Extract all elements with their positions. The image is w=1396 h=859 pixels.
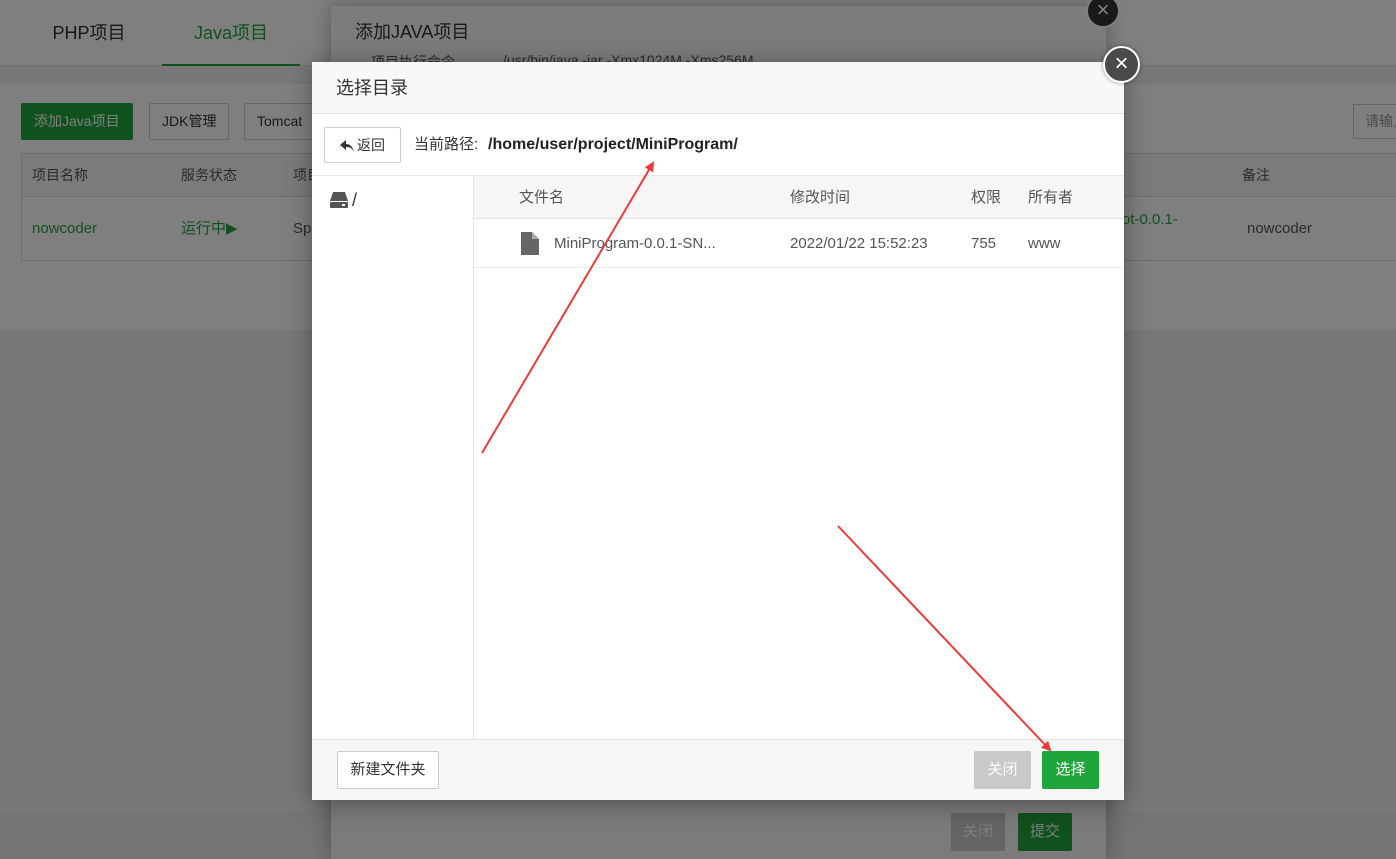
sidebar-root-label: /: [352, 190, 358, 210]
close-button[interactable]: 关闭: [974, 751, 1031, 789]
file-icon: [521, 232, 539, 255]
file-permission: 755: [971, 235, 997, 252]
column-header-owner[interactable]: 所有者: [1028, 176, 1073, 219]
close-icon[interactable]: ×: [1103, 46, 1140, 83]
back-button-label: 返回: [357, 137, 385, 153]
dialog-title: 选择目录: [312, 62, 1124, 114]
file-list-header: 文件名 修改时间 权限 所有者: [474, 176, 1124, 219]
file-list: 文件名 修改时间 权限 所有者 MiniProgram-0.0.1-SN... …: [474, 176, 1124, 739]
column-header-permission[interactable]: 权限: [971, 176, 1001, 219]
dialog-footer: 新建文件夹 关闭 选择: [312, 739, 1124, 800]
sidebar-item-root[interactable]: /: [330, 190, 357, 210]
file-mtime: 2022/01/22 15:52:23: [790, 235, 928, 252]
current-path: /home/user/project/MiniProgram/: [488, 136, 738, 153]
directory-sidebar: /: [312, 176, 474, 739]
reply-arrow-icon: [340, 140, 354, 152]
column-header-filename[interactable]: 文件名: [519, 176, 564, 219]
back-button[interactable]: 返回: [324, 127, 401, 163]
path-bar: 返回 当前路径: /home/user/project/MiniProgram/: [312, 114, 1124, 176]
new-folder-button[interactable]: 新建文件夹: [337, 751, 439, 789]
file-row[interactable]: MiniProgram-0.0.1-SN... 2022/01/22 15:52…: [474, 219, 1124, 268]
select-button[interactable]: 选择: [1042, 751, 1099, 789]
file-owner: www: [1028, 235, 1061, 252]
hard-drive-icon: [330, 192, 348, 208]
select-directory-dialog: 选择目录 × 返回 当前路径: /home/user/project/MiniP…: [312, 46, 1140, 800]
column-header-mtime[interactable]: 修改时间: [790, 176, 850, 219]
current-path-label: 当前路径:: [414, 136, 479, 153]
file-name[interactable]: MiniProgram-0.0.1-SN...: [554, 219, 716, 268]
